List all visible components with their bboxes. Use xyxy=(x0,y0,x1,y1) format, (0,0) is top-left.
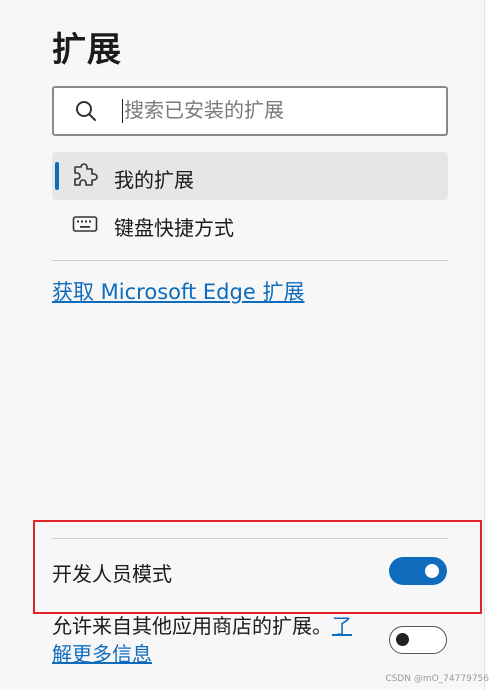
get-extensions-link[interactable]: 获取 Microsoft Edge 扩展 xyxy=(52,276,304,306)
divider xyxy=(52,260,448,261)
nav-item-keyboard-shortcuts[interactable]: 键盘快捷方式 xyxy=(52,200,448,248)
search-box[interactable] xyxy=(52,86,448,136)
developer-mode-label: 开发人员模式 xyxy=(52,562,172,586)
text-caret xyxy=(122,99,123,123)
active-indicator xyxy=(55,162,59,190)
allow-other-stores-toggle[interactable] xyxy=(389,626,447,654)
keyboard-icon xyxy=(72,216,98,232)
nav-item-label: 键盘快捷方式 xyxy=(114,216,234,240)
nav-item-my-extensions[interactable]: 我的扩展 xyxy=(52,152,448,200)
puzzle-icon xyxy=(74,163,98,186)
toggle-knob xyxy=(396,633,409,646)
watermark: CSDN @mO_74779756 xyxy=(385,674,489,684)
panel-edge xyxy=(484,0,493,690)
allow-other-stores-text: 允许来自其他应用商店的扩展。了 解更多信息 xyxy=(52,612,372,668)
learn-more-link[interactable]: 了 xyxy=(332,614,352,638)
toggle-knob xyxy=(425,564,439,578)
allow-other-stores-label: 允许来自其他应用商店的扩展。 xyxy=(52,614,332,638)
developer-mode-toggle[interactable] xyxy=(389,557,447,585)
search-icon xyxy=(76,101,96,121)
extensions-sidebar: 扩展 我的扩展 键盘快捷方式 获取 Microsoft Edge 扩展 开发人员… xyxy=(0,0,485,690)
page-title: 扩展 xyxy=(52,30,122,70)
nav-item-label: 我的扩展 xyxy=(114,168,194,192)
search-input[interactable] xyxy=(124,96,434,124)
learn-more-link-continued[interactable]: 解更多信息 xyxy=(52,642,152,666)
divider xyxy=(52,538,448,539)
